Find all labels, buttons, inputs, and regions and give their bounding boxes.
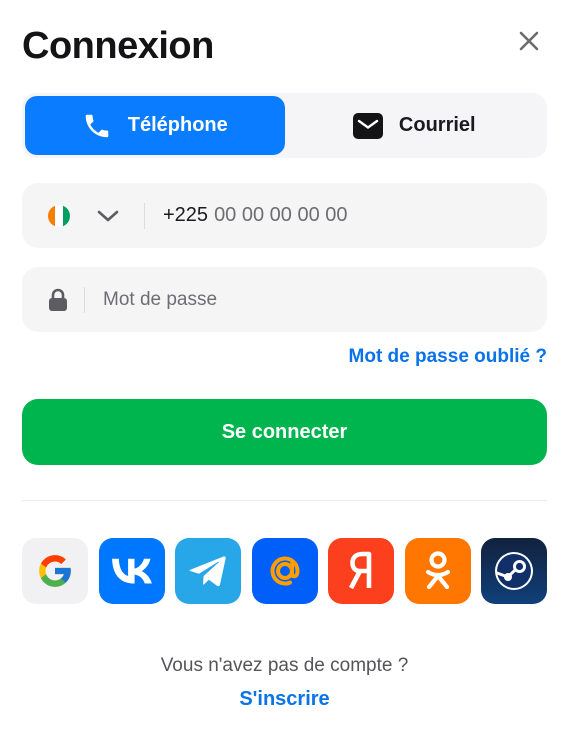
steam-login-button[interactable] [481, 538, 547, 604]
dialog-title: Connexion [22, 25, 214, 67]
steam-icon [495, 552, 533, 590]
dial-code: +225 [163, 204, 209, 226]
odnoklassniki-icon [425, 551, 450, 590]
tab-email[interactable]: Courriel [285, 96, 545, 155]
close-icon [519, 31, 539, 51]
field-divider [144, 202, 145, 229]
section-divider [22, 500, 547, 501]
odnoklassniki-login-button[interactable] [404, 538, 471, 604]
password-input[interactable]: Mot de passe [103, 289, 217, 311]
lock-icon [48, 288, 68, 312]
signup-link[interactable]: S'inscrire [0, 688, 569, 711]
login-method-tabs: Téléphone Courriel [22, 93, 547, 158]
google-login-button[interactable] [22, 538, 88, 604]
country-dropdown-button[interactable] [96, 209, 120, 223]
chevron-down-icon [97, 210, 119, 221]
telegram-icon [189, 556, 226, 587]
tab-phone-label: Téléphone [127, 114, 228, 136]
login-button[interactable]: Se connecter [22, 399, 547, 465]
country-flag-icon[interactable] [48, 204, 70, 227]
vk-login-button[interactable] [98, 538, 165, 604]
forgot-password-link[interactable]: Mot de passe oublié ? [349, 346, 547, 368]
field-divider [84, 286, 85, 313]
phone-placeholder: 00 00 00 00 00 [214, 204, 348, 226]
close-button[interactable] [514, 26, 544, 56]
mailru-login-button[interactable] [251, 538, 318, 604]
phone-icon [82, 111, 112, 141]
vk-icon [111, 558, 152, 584]
tab-phone[interactable]: Téléphone [25, 96, 285, 155]
envelope-icon [352, 112, 383, 139]
yandex-login-button[interactable] [328, 538, 394, 604]
social-login-row [22, 538, 547, 604]
phone-field: +225 00 00 00 00 00 [22, 183, 547, 248]
password-field: Mot de passe [22, 267, 547, 332]
telegram-login-button[interactable] [175, 538, 241, 604]
login-dialog: Connexion Téléphone Courriel +225 00 00 … [0, 0, 569, 740]
at-sign-icon [270, 556, 300, 586]
google-icon [39, 555, 71, 587]
tab-email-label: Courriel [398, 114, 476, 136]
no-account-text: Vous n'avez pas de compte ? [160, 655, 409, 676]
phone-input[interactable]: +225 00 00 00 00 00 [163, 204, 348, 227]
yandex-icon [348, 551, 372, 590]
